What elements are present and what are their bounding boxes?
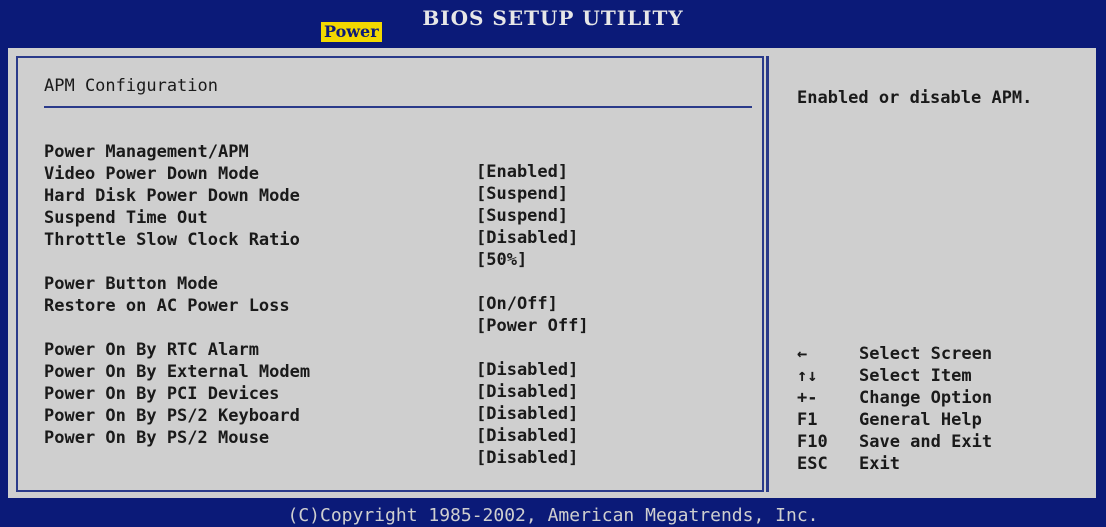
setting-value[interactable]: [Suspend] <box>476 184 568 204</box>
setting-power-on-by-external-modem[interactable]: Power On By External Modem [Disabled] <box>44 342 578 402</box>
setting-label: Restore on AC Power Loss <box>44 296 290 316</box>
section-title: APM Configuration <box>44 76 218 96</box>
key-label: ESC <box>797 454 828 474</box>
setting-power-on-by-ps2-mouse[interactable]: Power On By PS/2 Mouse [Disabled] <box>44 408 578 468</box>
setting-power-on-by-rtc-alarm[interactable]: Power On By RTC Alarm [Disabled] <box>44 320 578 380</box>
settings-panel: APM Configuration Power Management/APM [… <box>16 56 764 492</box>
setting-hard-disk-power-down-mode[interactable]: Hard Disk Power Down Mode [Suspend] <box>44 166 568 226</box>
key-label: F1 <box>797 410 818 430</box>
setting-value[interactable]: [On/Off] <box>476 294 558 314</box>
key-label: +- <box>797 388 818 408</box>
copyright-footer: (C)Copyright 1985-2002, American Megatre… <box>287 505 819 526</box>
help-panel: Enabled or disable APM. ← Select Screen … <box>766 56 1096 492</box>
setting-value[interactable]: [Disabled] <box>476 360 578 380</box>
title-bar: BIOS SETUP UTILITY Power <box>0 0 1106 44</box>
setting-power-button-mode[interactable]: Power Button Mode [On/Off] <box>44 254 558 314</box>
setting-value[interactable]: [Disabled] <box>476 228 578 248</box>
setting-label: Power On By PS/2 Mouse <box>44 428 270 448</box>
key-description: Change Option <box>859 388 993 408</box>
key-description: Select Screen <box>859 344 993 364</box>
tab-power[interactable]: Power <box>321 22 382 42</box>
settings-list: Power Management/APM [Enabled] Video Pow… <box>44 122 589 468</box>
setting-throttle-slow-clock-ratio[interactable]: Throttle Slow Clock Ratio [50%] <box>44 210 527 270</box>
main-panel: APM Configuration Power Management/APM [… <box>8 48 1096 498</box>
setting-video-power-down-mode[interactable]: Video Power Down Mode [Suspend] <box>44 144 568 204</box>
setting-restore-on-ac-power-loss[interactable]: Restore on AC Power Loss [Power Off] <box>44 276 589 336</box>
bios-title: BIOS SETUP UTILITY <box>422 6 684 30</box>
setting-power-management-apm[interactable]: Power Management/APM [Enabled] <box>44 122 568 182</box>
key-description: General Help <box>859 410 982 430</box>
setting-value[interactable]: [Disabled] <box>476 448 578 468</box>
key-description: Exit <box>859 454 900 474</box>
setting-suspend-time-out[interactable]: Suspend Time Out [Disabled] <box>44 188 578 248</box>
key-description: Select Item <box>859 366 972 386</box>
setting-power-on-by-ps2-keyboard[interactable]: Power On By PS/2 Keyboard [Disabled] <box>44 386 578 446</box>
setting-value[interactable]: [Enabled] <box>476 162 568 182</box>
setting-value[interactable]: [Disabled] <box>476 426 578 446</box>
setting-power-on-by-pci-devices[interactable]: Power On By PCI Devices [Disabled] <box>44 364 578 424</box>
setting-value[interactable]: [Disabled] <box>476 404 578 424</box>
setting-value[interactable]: [Power Off] <box>476 316 589 336</box>
section-divider <box>44 106 752 108</box>
setting-label: Throttle Slow Clock Ratio <box>44 230 300 250</box>
setting-value[interactable]: [50%] <box>476 250 527 270</box>
key-label: F10 <box>797 432 828 452</box>
left-arrow-icon: ← <box>797 344 808 364</box>
setting-value[interactable]: [Suspend] <box>476 206 568 226</box>
help-text: Enabled or disable APM. <box>797 88 1033 108</box>
key-description: Save and Exit <box>859 432 993 452</box>
setting-value[interactable]: [Disabled] <box>476 382 578 402</box>
up-down-arrow-icon: ↑↓ <box>797 366 818 386</box>
